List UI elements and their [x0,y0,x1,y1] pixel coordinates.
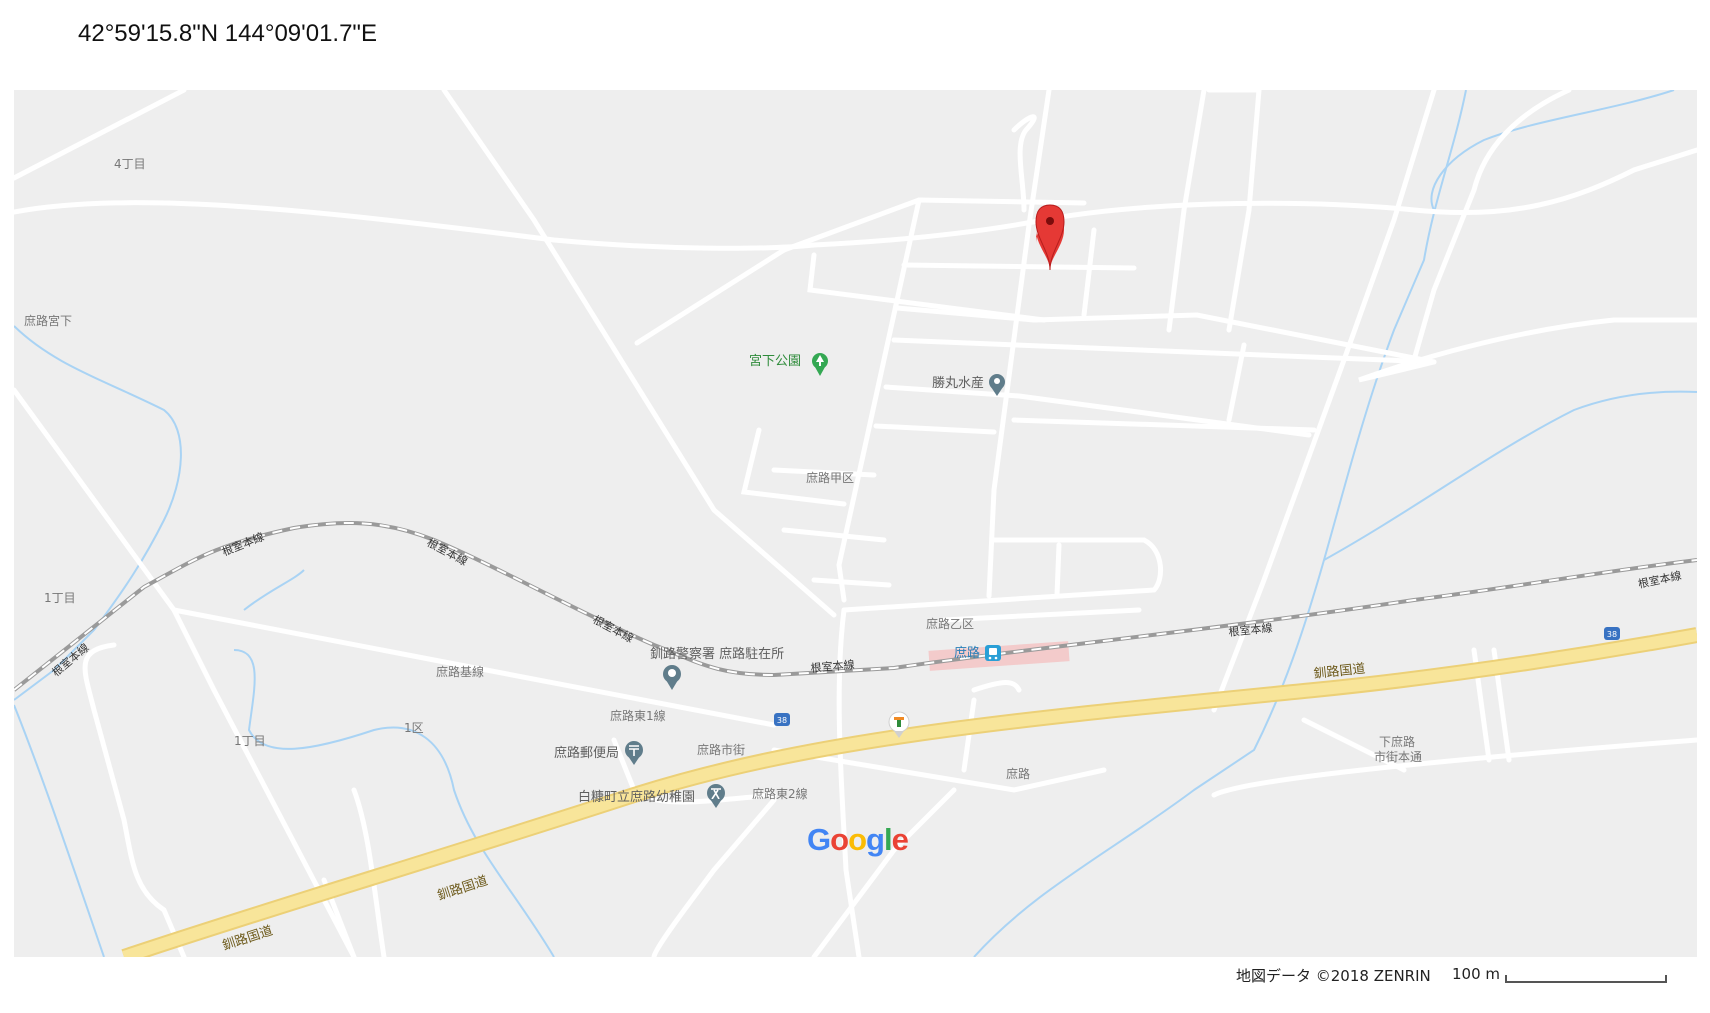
map-canvas[interactable]: 38 38 釧路国道 釧路国道 釧路国道 根室本線 根室本線 根室本線 根室本線… [14,90,1697,957]
svg-text:白糠町立庶路幼稚園: 白糠町立庶路幼稚園 [578,789,695,805]
area-label-shoro-higashi2: 庶路東2線 [752,786,808,801]
area-label-1chome-left: 1丁目 [44,591,76,605]
area-label-1chome-mid: 1丁目 [234,734,266,748]
area-label-shimo-shoro: 下庶路 [1379,734,1415,749]
area-label-shoro-higashi1: 庶路東1線 [610,708,666,723]
area-label-shoro-kisen: 庶路基線 [436,664,484,679]
route-38-shield-icon: 38 [1604,627,1620,640]
svg-text:Google: Google [807,822,909,857]
area-label-1ku: 1区 [404,721,424,735]
route-38-shield-icon: 38 [774,713,790,726]
poi-shoro-station[interactable]: 庶路 [954,645,1001,661]
area-label-shoro-otsuku: 庶路乙区 [926,616,974,631]
area-label-shoro: 庶路 [1006,766,1030,781]
scale-bar [1505,975,1667,983]
svg-text:庶路: 庶路 [954,645,980,661]
svg-text:宮下公園: 宮下公園 [749,353,801,369]
area-label-shigai-hondori: 市街本通 [1374,749,1422,764]
map-attribution: 地図データ ©2018 ZENRIN [1236,967,1431,985]
svg-text:38: 38 [777,716,787,725]
svg-text:勝丸水産: 勝丸水産 [932,375,984,391]
area-label-shoro-shigai: 庶路市街 [697,742,745,757]
area-label-4chome: 4丁目 [114,157,146,171]
station-icon [985,645,1001,661]
google-logo: Google [807,822,910,857]
svg-text:庶路郵便局: 庶路郵便局 [554,745,619,761]
coordinates-title: 42°59'15.8"N 144°09'01.7"E [78,20,377,47]
svg-text:38: 38 [1607,630,1617,639]
svg-text:釧路警察署 庶路駐在所: 釧路警察署 庶路駐在所 [650,646,784,662]
area-label-shoro-miyashita: 庶路宮下 [24,313,72,328]
area-label-shoro-kouku: 庶路甲区 [806,470,854,485]
scale-label: 100 m [1452,965,1501,983]
